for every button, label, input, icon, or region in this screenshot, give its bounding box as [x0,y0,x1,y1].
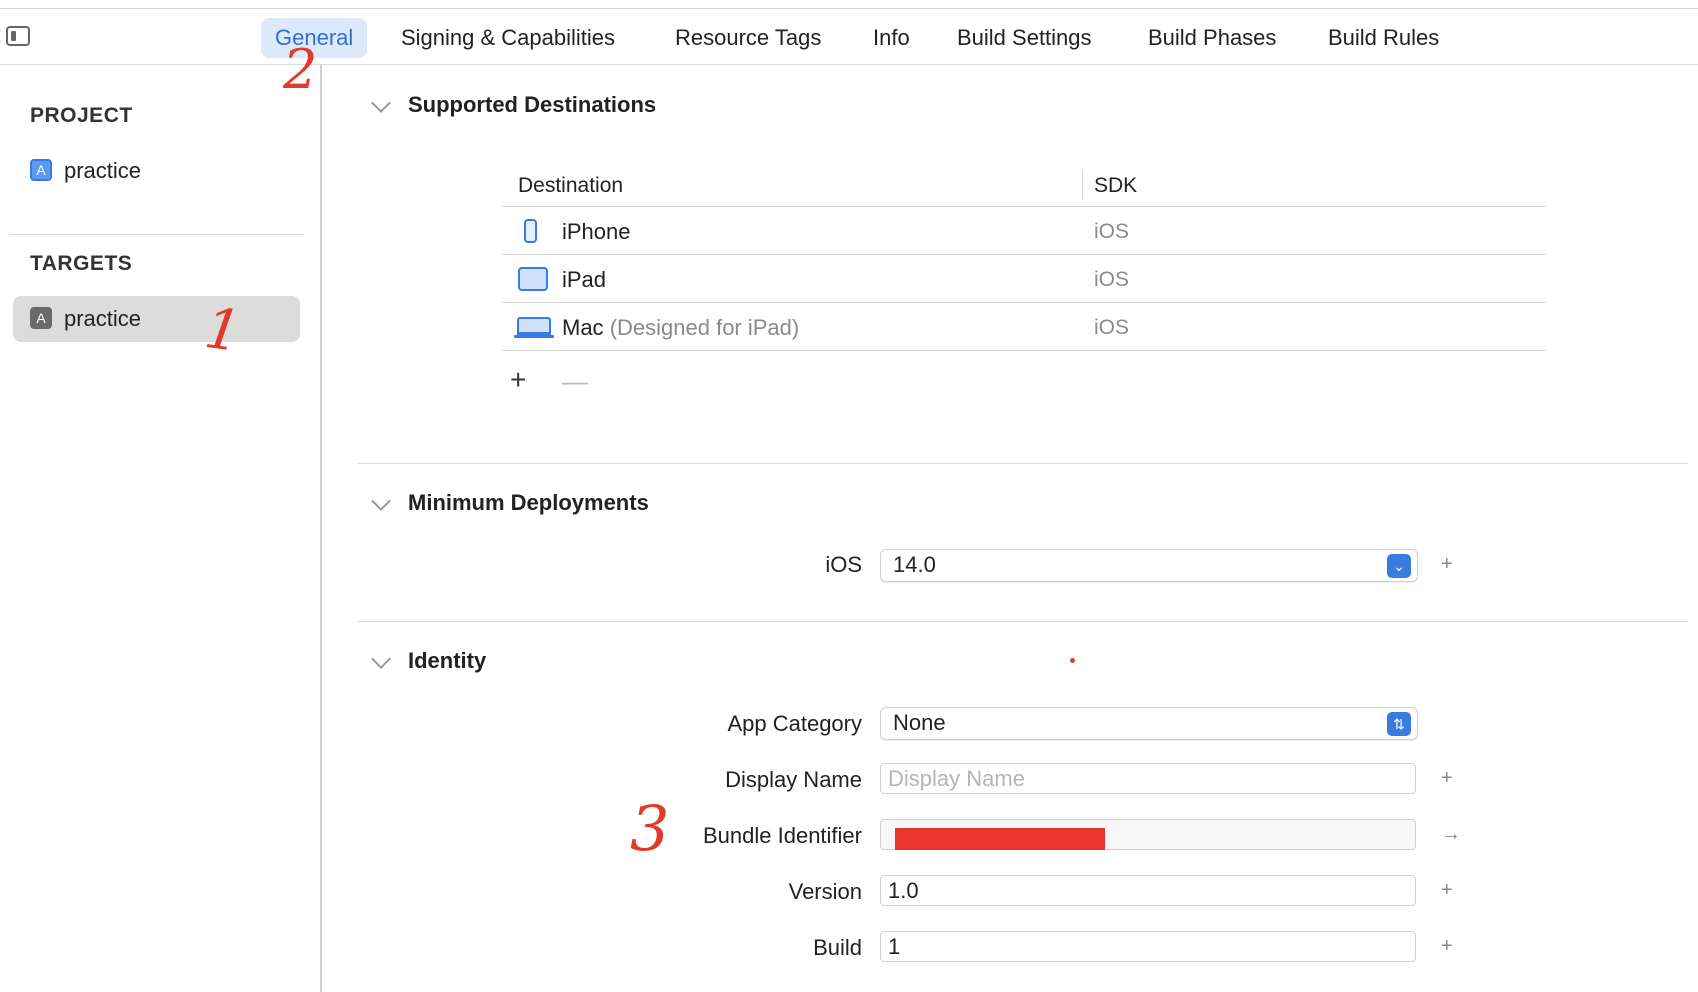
mac-base-icon [514,335,554,338]
app-project-icon: A [30,159,52,181]
section-divider [358,621,1688,622]
display-name-field[interactable] [880,763,1416,794]
annotation-step-3: 3 [630,792,670,865]
annotation-step-2: 2 [283,38,318,101]
collapse-identity-icon[interactable] [371,649,391,669]
up-down-chevron-icon: ⇅ [1387,712,1411,736]
table-row[interactable]: Mac (Designed for iPad) iOS [502,303,1546,350]
destination-name: Mac [562,315,604,340]
tab-build-rules[interactable]: Build Rules [1328,18,1439,58]
app-category-select[interactable]: None ⇅ [880,707,1418,740]
destination-column-header[interactable]: Destination [518,174,623,198]
tab-signing-capabilities[interactable]: Signing & Capabilities [401,18,615,58]
targets-header: TARGETS [30,252,133,275]
sidebar-toggle-icon[interactable] [6,26,30,46]
project-header: PROJECT [30,104,133,127]
sdk-value: iOS [1094,316,1130,339]
build-field[interactable] [880,931,1416,962]
table-row[interactable]: iPhone iOS [502,207,1546,254]
add-build-button[interactable]: + [1441,935,1453,958]
add-version-button[interactable]: + [1441,879,1453,902]
row-divider [502,350,1546,351]
app-target-icon: A [30,307,52,329]
go-arrow-button[interactable]: → [1441,823,1461,846]
sdk-value: iOS [1094,220,1130,243]
display-name-label: Display Name [725,767,862,792]
bundle-identifier-label: Bundle Identifier [703,823,862,848]
identity-title: Identity [408,648,487,673]
sidebar-divider [10,234,304,235]
add-deployment-button[interactable]: + [1441,553,1453,576]
mac-icon [517,317,551,335]
remove-destination-button[interactable]: — [562,366,588,397]
tab-resource-tags[interactable]: Resource Tags [675,18,821,58]
ios-deployment-select[interactable]: 14.0 ⌄ [880,549,1418,582]
table-row[interactable]: iPad iOS [502,255,1546,302]
destination-name: iPhone [562,219,631,244]
sdk-value: iOS [1094,268,1130,291]
tab-build-phases[interactable]: Build Phases [1148,18,1276,58]
ios-deployment-label: iOS [825,552,862,577]
ios-deployment-value: 14.0 [893,552,936,577]
app-category-label: App Category [727,711,862,736]
add-display-name-button[interactable]: + [1441,767,1453,790]
sdk-column-header[interactable]: SDK [1094,174,1137,198]
collapse-minimum-deployments-icon[interactable] [371,491,391,511]
ipad-icon [518,267,548,291]
column-divider [1082,170,1083,200]
sidebar-divider-vertical [320,65,322,992]
section-divider [358,463,1688,464]
tab-bar-divider [0,64,1698,65]
window-top-border [0,8,1698,9]
annotation-dot [1070,658,1075,663]
collapse-supported-destinations-icon[interactable] [371,93,391,113]
version-field[interactable] [880,875,1416,906]
iphone-icon [524,219,537,243]
tab-info[interactable]: Info [873,18,910,58]
add-destination-button[interactable]: + [510,364,526,396]
build-label: Build [813,935,862,960]
tab-build-settings[interactable]: Build Settings [957,18,1092,58]
app-category-value: None [893,710,946,735]
supported-destinations-title: Supported Destinations [408,92,657,117]
version-label: Version [788,879,862,904]
destination-note: (Designed for iPad) [609,315,800,340]
destination-name-group: Mac (Designed for iPad) [562,315,799,341]
sidebar-item-project-practice[interactable]: practice [64,158,141,184]
destination-name: iPad [562,267,607,292]
chevron-down-icon: ⌄ [1387,554,1411,578]
redaction-mark [895,828,1105,850]
annotation-step-1: 1 [200,295,245,366]
sidebar-item-target-practice[interactable]: A practice [13,296,300,342]
minimum-deployments-title: Minimum Deployments [408,490,649,515]
sidebar-item-target-label: practice [64,306,142,331]
